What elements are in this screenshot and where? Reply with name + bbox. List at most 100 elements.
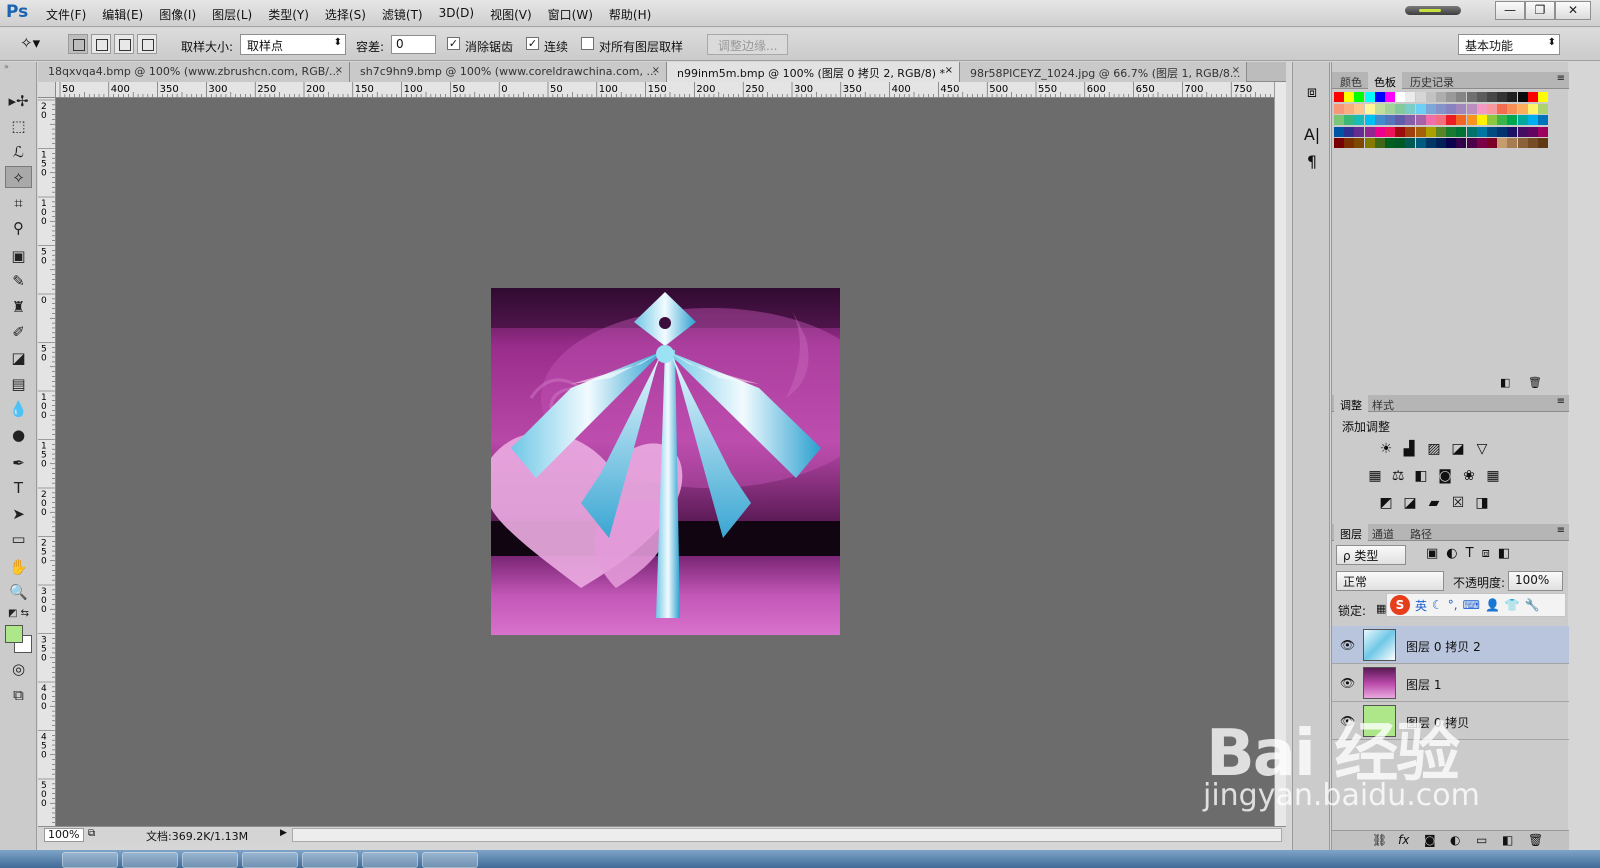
channel-mixer-icon[interactable]: ❀ bbox=[1460, 467, 1478, 485]
horizontal-scrollbar[interactable] bbox=[292, 828, 1282, 842]
lasso-tool-icon[interactable]: ℒ bbox=[5, 141, 32, 163]
color-balance-icon[interactable]: ⚖ bbox=[1389, 467, 1407, 485]
color-swatch[interactable] bbox=[1517, 103, 1528, 114]
ime-moon-icon[interactable]: ☾ bbox=[1432, 598, 1443, 612]
color-swatch[interactable] bbox=[1334, 115, 1344, 125]
tab-document-4[interactable]: 98r58PICEYZ_1024.jpg @ 66.7% (图层 1, RGB/… bbox=[960, 62, 1247, 82]
menu-edit[interactable]: 编辑(E) bbox=[102, 6, 143, 23]
blur-tool-icon[interactable]: 💧 bbox=[5, 398, 32, 420]
tab-document-3[interactable]: n99inm5m.bmp @ 100% (图层 0 拷贝 2, RGB/8) *… bbox=[667, 62, 960, 82]
color-lookup-icon[interactable]: ▦ bbox=[1484, 467, 1502, 485]
document-image[interactable] bbox=[491, 288, 840, 635]
color-swatch[interactable] bbox=[1538, 92, 1548, 102]
color-swatch[interactable] bbox=[1517, 138, 1528, 148]
gradient-map-icon[interactable]: ◨ bbox=[1473, 494, 1491, 512]
color-swatch[interactable] bbox=[1354, 126, 1365, 137]
color-swatch[interactable] bbox=[1456, 92, 1467, 102]
close-button[interactable]: ✕ bbox=[1555, 0, 1591, 20]
sogou-logo-icon[interactable]: S bbox=[1390, 595, 1410, 615]
color-swatch[interactable] bbox=[1374, 103, 1385, 114]
clone-stamp-tool-icon[interactable]: ♜ bbox=[5, 296, 32, 318]
color-swatch[interactable] bbox=[1395, 103, 1406, 114]
selective-color-icon[interactable]: ☒ bbox=[1449, 494, 1467, 512]
subtract-selection-mode-button[interactable] bbox=[114, 34, 134, 54]
intersect-selection-mode-button[interactable] bbox=[137, 34, 157, 54]
color-swatch[interactable] bbox=[1374, 115, 1385, 125]
menu-3d[interactable]: 3D(D) bbox=[439, 6, 474, 23]
healing-brush-tool-icon[interactable]: ▣ bbox=[5, 245, 32, 267]
color-swatch[interactable] bbox=[1527, 92, 1538, 102]
color-swatch[interactable] bbox=[1476, 138, 1487, 148]
adjustment-layer-icon[interactable]: ◐ bbox=[1450, 833, 1460, 847]
panel-menu-icon[interactable]: ≡ bbox=[1557, 396, 1565, 407]
rectangle-tool-icon[interactable]: ▭ bbox=[5, 528, 32, 550]
layer-row[interactable]: 👁 图层 0 拷贝 2 bbox=[1332, 626, 1569, 664]
taskbar-app-button[interactable] bbox=[302, 852, 358, 868]
color-swatch[interactable] bbox=[1334, 103, 1344, 114]
menu-view[interactable]: 视图(V) bbox=[490, 6, 532, 23]
color-swatch[interactable] bbox=[1436, 115, 1446, 125]
eyedropper-tool-icon[interactable]: ⚲ bbox=[5, 217, 32, 239]
tab-color[interactable]: 颜色 bbox=[1334, 72, 1368, 89]
color-swatch[interactable] bbox=[1344, 115, 1355, 125]
quick-mask-icon[interactable]: ◎ bbox=[5, 658, 32, 680]
taskbar-app-button[interactable] bbox=[362, 852, 418, 868]
marquee-tool-icon[interactable]: ⬚ bbox=[5, 115, 32, 137]
color-swatch[interactable] bbox=[1425, 126, 1436, 137]
vibrance-icon[interactable]: ▽ bbox=[1473, 440, 1491, 458]
color-swatch[interactable] bbox=[1466, 92, 1477, 102]
color-swatch[interactable] bbox=[1497, 103, 1508, 114]
tab-channels[interactable]: 通道 bbox=[1366, 524, 1400, 541]
delete-swatch-icon[interactable]: 🗑 bbox=[1528, 376, 1542, 389]
restore-button[interactable]: ❐ bbox=[1525, 0, 1555, 20]
panel-menu-icon[interactable]: ≡ bbox=[1557, 73, 1565, 84]
color-swatch[interactable] bbox=[1487, 138, 1497, 148]
color-swatch[interactable] bbox=[1364, 103, 1375, 114]
taskbar-app-button[interactable] bbox=[422, 852, 478, 868]
color-swatch[interactable] bbox=[1456, 103, 1467, 114]
color-swatch[interactable] bbox=[1497, 138, 1508, 148]
color-swatch[interactable] bbox=[1374, 126, 1385, 137]
history-panel-icon[interactable]: ⧈ bbox=[1301, 82, 1323, 104]
magic-wand-preset-icon[interactable]: ✧▾ bbox=[20, 34, 42, 54]
color-swatch[interactable] bbox=[1476, 103, 1487, 114]
zoom-tool-icon[interactable]: 🔍 bbox=[5, 581, 32, 603]
menu-image[interactable]: 图像(I) bbox=[159, 6, 196, 23]
color-swatch[interactable] bbox=[1446, 126, 1457, 137]
color-swatch[interactable] bbox=[1344, 103, 1355, 114]
menu-help[interactable]: 帮助(H) bbox=[609, 6, 651, 23]
color-swatch[interactable] bbox=[1334, 126, 1344, 137]
tab-close-icon[interactable]: × bbox=[335, 65, 343, 76]
color-swatch[interactable] bbox=[1507, 92, 1518, 102]
color-swatch[interactable] bbox=[1538, 138, 1548, 148]
sample-all-layers-checkbox[interactable] bbox=[581, 37, 594, 50]
ime-language-toggle[interactable]: 英 bbox=[1415, 597, 1427, 614]
color-swatch[interactable] bbox=[1415, 92, 1426, 102]
new-selection-mode-button[interactable] bbox=[68, 34, 88, 54]
antialias-checkbox[interactable]: ✓ bbox=[447, 37, 460, 50]
color-swatch[interactable] bbox=[1476, 92, 1487, 102]
color-swatch[interactable] bbox=[1487, 92, 1497, 102]
opacity-input[interactable]: 100% bbox=[1508, 571, 1563, 591]
add-selection-mode-button[interactable] bbox=[91, 34, 111, 54]
color-swatch[interactable] bbox=[1385, 92, 1395, 102]
color-swatch[interactable] bbox=[1364, 138, 1375, 148]
delete-layer-icon[interactable]: 🗑 bbox=[1528, 833, 1543, 847]
color-swatch[interactable] bbox=[1466, 115, 1477, 125]
brush-tool-icon[interactable]: ✎ bbox=[5, 270, 32, 292]
color-swatch[interactable] bbox=[1405, 92, 1416, 102]
add-mask-icon[interactable]: ◙ bbox=[1424, 833, 1436, 847]
color-swatch[interactable] bbox=[1466, 103, 1477, 114]
minimize-button[interactable]: — bbox=[1495, 0, 1525, 20]
color-swatch[interactable] bbox=[1436, 103, 1446, 114]
color-swatch[interactable] bbox=[1354, 115, 1365, 125]
tolerance-input[interactable]: 0 bbox=[391, 35, 436, 54]
visibility-eye-icon[interactable]: 👁 bbox=[1340, 676, 1355, 690]
swap-colors-icon[interactable]: ◩ ⇆ bbox=[5, 603, 32, 625]
color-swatch[interactable] bbox=[1446, 115, 1457, 125]
horizontal-ruler[interactable]: 50 400 350 300 250 200 150 100 50 0 50 100 150 200 250… bbox=[56, 82, 1274, 98]
taskbar-app-button[interactable] bbox=[182, 852, 238, 868]
color-swatch[interactable] bbox=[1446, 103, 1457, 114]
layer-filter-select[interactable]: ρ 类型 bbox=[1336, 545, 1406, 565]
type-tool-icon[interactable]: T bbox=[5, 477, 32, 499]
